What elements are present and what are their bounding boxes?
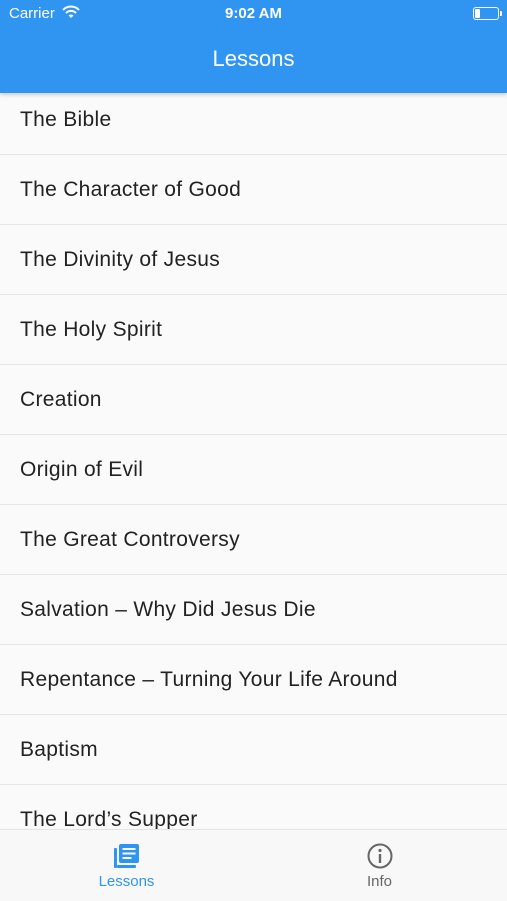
- status-bar: Carrier 9:02 AM: [0, 0, 507, 27]
- list-item[interactable]: The Great Controversy: [0, 505, 507, 575]
- list-item[interactable]: Repentance – Turning Your Life Around: [0, 645, 507, 715]
- list-item-label: The Divinity of Jesus: [20, 248, 221, 271]
- list-item[interactable]: The Holy Spirit: [0, 295, 507, 365]
- page-title: Lessons: [212, 46, 295, 71]
- list-item-label: The Bible: [20, 108, 112, 131]
- app-header: Carrier 9:02 AM Lessons: [0, 0, 507, 93]
- tab-info-label: Info: [366, 873, 393, 890]
- list-item[interactable]: The Bible: [0, 85, 507, 155]
- list-item[interactable]: The Character of Good: [0, 155, 507, 225]
- tab-lessons-label: Lessons: [98, 873, 155, 890]
- tab-bar: Lessons Info: [0, 829, 507, 901]
- battery-icon: [473, 7, 502, 20]
- list-item-label: The Lord’s Supper: [20, 808, 198, 829]
- list-item-label: The Holy Spirit: [20, 318, 163, 341]
- info-circle-icon: [367, 843, 392, 869]
- list-item-label: Creation: [20, 388, 102, 411]
- list-item[interactable]: The Lord’s Supper: [0, 785, 507, 829]
- book-list-icon: [113, 844, 139, 868]
- tab-info[interactable]: Info: [253, 830, 506, 901]
- list-item[interactable]: Origin of Evil: [0, 435, 507, 505]
- list-item[interactable]: Salvation – Why Did Jesus Die: [0, 575, 507, 645]
- list-item-label: Repentance – Turning Your Life Around: [20, 668, 398, 691]
- list-item-label: The Character of Good: [20, 178, 242, 201]
- tab-lessons[interactable]: Lessons: [0, 830, 253, 901]
- list-item-label: Salvation – Why Did Jesus Die: [20, 598, 316, 621]
- list-item-label: Baptism: [20, 738, 98, 761]
- list-item-label: Origin of Evil: [20, 458, 144, 481]
- status-time: 9:02 AM: [225, 5, 282, 22]
- list-item[interactable]: Baptism: [0, 715, 507, 785]
- list-item-label: The Great Controversy: [20, 528, 240, 551]
- list-item[interactable]: The Divinity of Jesus: [0, 225, 507, 295]
- list-item[interactable]: Creation: [0, 365, 507, 435]
- lessons-list[interactable]: The Bible The Character of Good The Divi…: [0, 85, 507, 829]
